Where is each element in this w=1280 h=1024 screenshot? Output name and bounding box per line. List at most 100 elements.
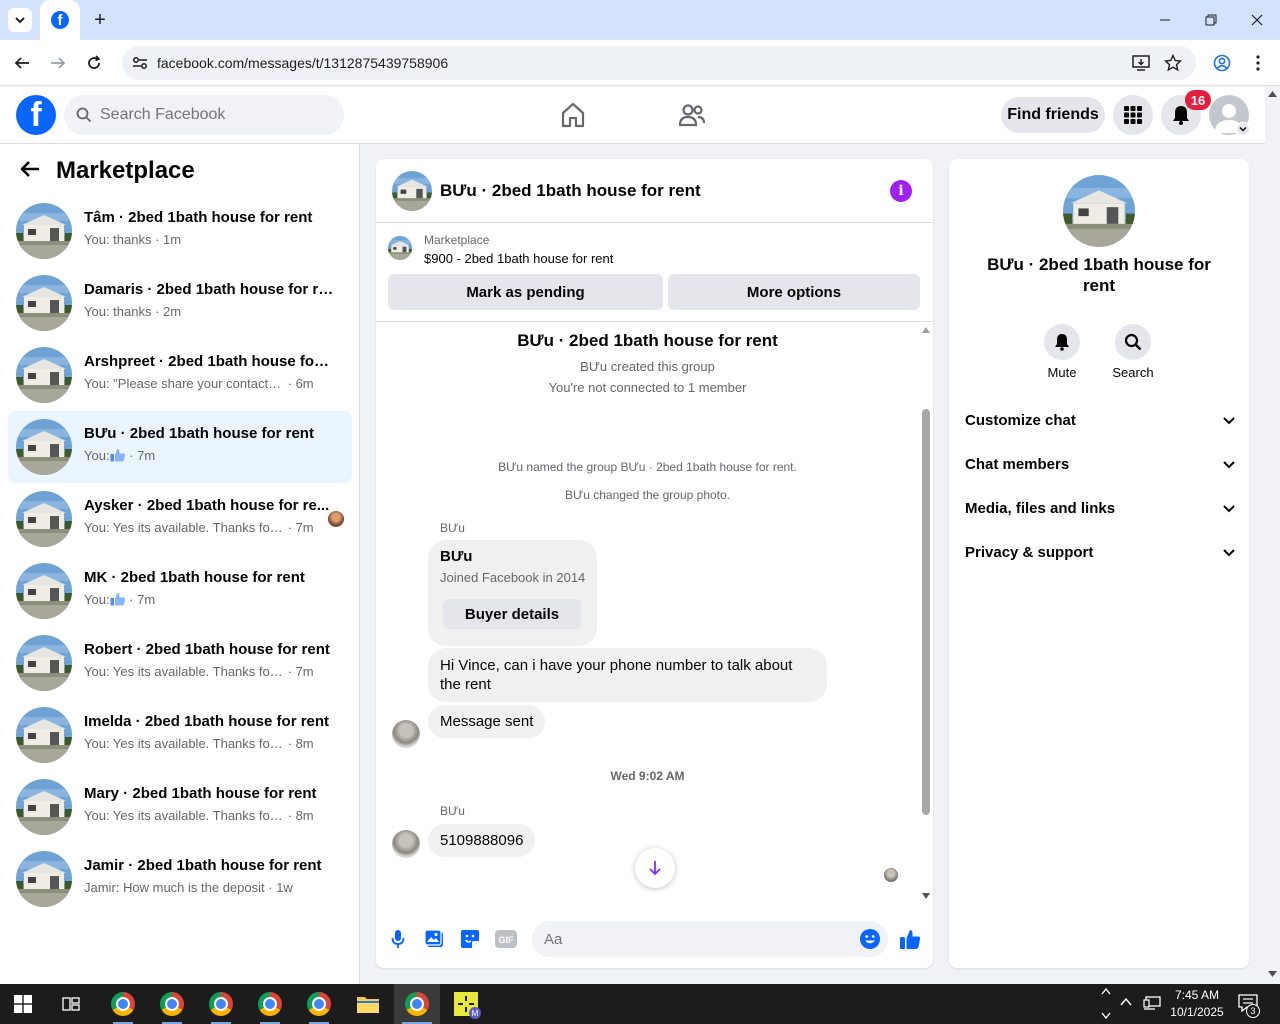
scroll-up-arrow-icon[interactable]: [922, 327, 930, 333]
house-photo-icon: [16, 275, 72, 331]
sender-avatar[interactable]: [392, 830, 420, 858]
windows-start-icon[interactable]: [0, 984, 46, 1024]
minimize-window-button[interactable]: [1150, 6, 1180, 34]
conversation-item[interactable]: Robert · 2bed 1bath house for rent You: Y…: [8, 627, 352, 699]
scroll-down-arrow-icon[interactable]: [922, 893, 930, 899]
reload-icon[interactable]: [80, 49, 108, 77]
listing-title[interactable]: $900 - 2bed 1bath house for rent: [424, 251, 613, 266]
conversation-item[interactable]: Tâm · 2bed 1bath house for rent You: than…: [8, 195, 352, 267]
message-input[interactable]: [544, 921, 844, 957]
group-photo[interactable]: [1063, 175, 1135, 247]
message-input-wrapper[interactable]: [532, 921, 888, 957]
sender-name: BƯu: [440, 521, 465, 535]
message-scrollbar[interactable]: [919, 323, 933, 903]
back-arrow-icon[interactable]: [20, 160, 40, 183]
taskbar-clock[interactable]: 7:45 AM 10/1/2025: [1162, 987, 1232, 1021]
chat-title[interactable]: BƯu · 2bed 1bath house for rent: [440, 181, 701, 201]
conversation-item[interactable]: Arshpreet · 2bed 1bath house for r... You…: [8, 339, 352, 411]
message-composer: GIF: [376, 911, 933, 967]
photo-icon[interactable]: [422, 927, 446, 951]
message-bubble: Hi Vince, can i have your phone number t…: [428, 648, 827, 702]
details-section-row[interactable]: Media, files and links: [965, 490, 1235, 526]
like-thumbs-up-icon[interactable]: [898, 927, 922, 951]
conversation-item[interactable]: BƯu · 2bed 1bath house for rent You: · 7m: [8, 411, 352, 483]
sender-name: BƯu: [440, 804, 465, 818]
details-title: BƯu · 2bed 1bath house for rent: [987, 255, 1211, 295]
notification-center-icon[interactable]: 3: [1238, 994, 1260, 1018]
conversation-item[interactable]: MK · 2bed 1bath house for rent You: · 7m: [8, 555, 352, 627]
account-chevron-down-icon[interactable]: [1236, 122, 1250, 136]
house-photo-icon: [16, 707, 72, 763]
facebook-search-box[interactable]: [64, 95, 344, 135]
scrollbar-thumb[interactable]: [922, 409, 930, 815]
details-section-row[interactable]: Chat members: [965, 446, 1235, 482]
home-icon[interactable]: [559, 101, 587, 134]
bookmark-star-icon[interactable]: [1163, 53, 1183, 77]
back-arrow-icon[interactable]: [8, 49, 36, 77]
browser-menu-icon[interactable]: [1244, 49, 1272, 77]
info-icon[interactable]: i: [890, 180, 912, 202]
chat-group-photo[interactable]: [392, 171, 432, 211]
conversation-item[interactable]: Mary · 2bed 1bath house for rent You: Yes…: [8, 771, 352, 843]
forward-arrow-icon[interactable]: [44, 49, 72, 77]
site-settings-icon[interactable]: [132, 56, 148, 75]
buyer-details-button[interactable]: Buyer details: [443, 599, 581, 629]
network-icon[interactable]: [1143, 996, 1161, 1011]
jump-to-latest-button[interactable]: [635, 848, 675, 888]
chrome-taskbar-icon[interactable]: [100, 984, 146, 1024]
chrome-taskbar-icon[interactable]: [296, 984, 342, 1024]
url-bar[interactable]: facebook.com/messages/t/1312875439758906: [122, 46, 1196, 80]
house-photo-icon: [16, 635, 72, 691]
install-app-icon[interactable]: [1132, 54, 1150, 77]
conversation-title: Tâm · 2bed 1bath house for rent: [84, 209, 313, 226]
mute-button[interactable]: Mute: [1027, 324, 1097, 380]
mark-as-pending-button[interactable]: Mark as pending: [388, 274, 663, 310]
page-scroll-up-icon[interactable]: [1268, 91, 1277, 97]
restore-window-button[interactable]: [1196, 6, 1226, 34]
close-window-button[interactable]: [1242, 6, 1272, 34]
show-hidden-icons-chevron-icon[interactable]: [1120, 998, 1132, 1006]
conversation-item[interactable]: Jamir · 2bed 1bath house for rent Jamir: …: [8, 843, 352, 915]
conversation-item[interactable]: Aysker · 2bed 1bath house for re... You: …: [8, 483, 352, 555]
chrome-taskbar-icon-active[interactable]: [394, 984, 440, 1024]
chat-details-panel: BƯu · 2bed 1bath house for rent Mute Sea…: [949, 159, 1249, 968]
more-options-button[interactable]: More options: [668, 274, 920, 310]
listing-thumbnail[interactable]: [388, 236, 412, 260]
browser-tab-facebook[interactable]: f: [40, 0, 80, 40]
details-section-row[interactable]: Customize chat: [965, 402, 1235, 438]
friends-icon[interactable]: [678, 101, 706, 134]
chrome-taskbar-icon[interactable]: [198, 984, 244, 1024]
task-view-icon[interactable]: [48, 984, 94, 1024]
page-scrollbar[interactable]: [1265, 87, 1280, 984]
sender-avatar[interactable]: [392, 720, 420, 748]
facebook-logo-icon[interactable]: f: [16, 95, 56, 135]
facebook-search-input[interactable]: [100, 95, 330, 135]
profile-icon[interactable]: [1208, 49, 1236, 77]
taskbar-scroll-down-icon[interactable]: [1101, 1012, 1111, 1019]
app-taskbar-icon[interactable]: M: [443, 984, 489, 1024]
bell-icon: [1055, 334, 1069, 351]
message-bubble: 5109888096: [428, 824, 536, 857]
taskbar-scroll-up-icon[interactable]: [1101, 988, 1111, 995]
page-scroll-down-icon[interactable]: [1268, 971, 1277, 977]
details-section-row[interactable]: Privacy & support: [965, 534, 1235, 570]
url-text[interactable]: facebook.com/messages/t/1312875439758906: [157, 55, 448, 71]
house-photo-icon: [16, 419, 72, 475]
new-tab-button[interactable]: +: [88, 8, 112, 32]
find-friends-button[interactable]: Find friends: [1001, 97, 1105, 133]
search-in-chat-button[interactable]: Search: [1098, 324, 1168, 380]
menu-grid-icon[interactable]: [1113, 95, 1153, 135]
details-section-label: Customize chat: [965, 411, 1076, 429]
sticker-icon[interactable]: [458, 927, 482, 951]
marketplace-header: Marketplace: [20, 156, 195, 186]
emoji-icon[interactable]: [860, 929, 880, 954]
conversation-item[interactable]: Damaris · 2bed 1bath house for rent You: …: [8, 267, 352, 339]
conversation-title: Damaris · 2bed 1bath house for rent: [84, 281, 334, 298]
file-explorer-icon[interactable]: [345, 984, 391, 1024]
gif-icon[interactable]: GIF: [494, 927, 518, 951]
tab-search-chevron-icon[interactable]: [8, 8, 32, 32]
chrome-taskbar-icon[interactable]: [247, 984, 293, 1024]
conversation-item[interactable]: Imelda · 2bed 1bath house for rent You: Y…: [8, 699, 352, 771]
microphone-icon[interactable]: [386, 927, 410, 951]
chrome-taskbar-icon[interactable]: [149, 984, 195, 1024]
